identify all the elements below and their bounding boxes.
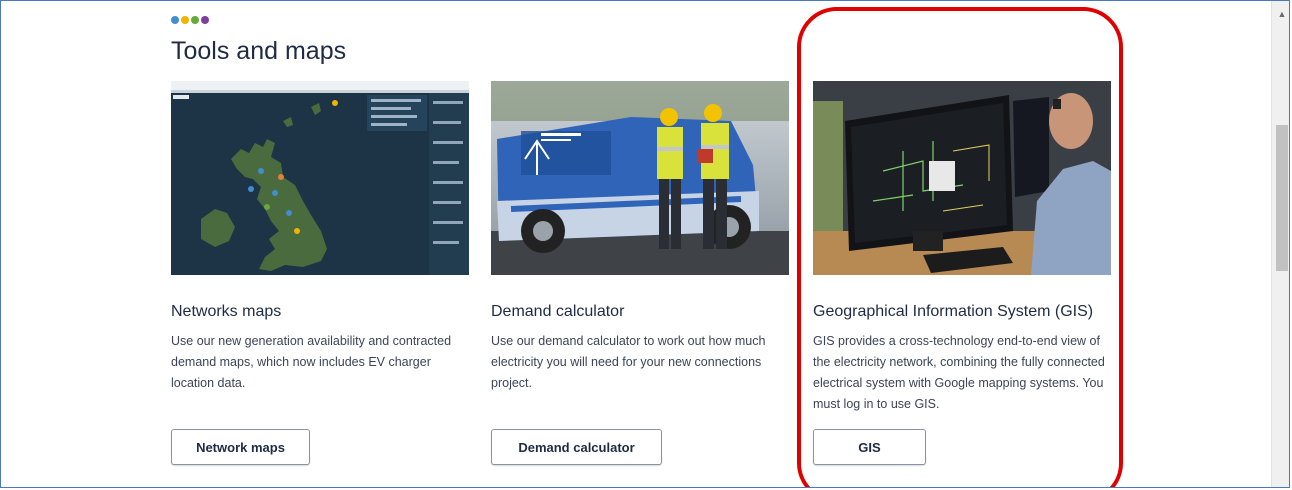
network-map-screenshot	[171, 81, 469, 275]
demand-calculator-button[interactable]: Demand calculator	[491, 429, 662, 465]
card-description: Use our new generation availability and …	[171, 334, 452, 390]
card-gis: Geographical Information System (GIS) GI…	[813, 81, 1111, 465]
card-title[interactable]: Demand calculator	[491, 303, 624, 321]
card-network-maps: Networks maps Use our new generation ava…	[171, 81, 469, 465]
scroll-up-arrow-icon[interactable]: ▲	[1272, 7, 1289, 21]
dot-purple	[201, 16, 209, 24]
dot-yellow	[181, 16, 189, 24]
card-description: Use our demand calculator to work out ho…	[491, 334, 766, 390]
network-maps-button[interactable]: Network maps	[171, 429, 310, 465]
demand-calculator-image[interactable]	[491, 81, 789, 275]
brand-dots	[171, 16, 209, 24]
card-title[interactable]: Geographical Information System (GIS)	[813, 303, 1093, 321]
card-demand-calculator: Demand calculator Use our demand calcula…	[491, 81, 789, 465]
gis-image[interactable]	[813, 81, 1111, 275]
gis-workstation-photo	[813, 81, 1111, 275]
card-title[interactable]: Networks maps	[171, 303, 281, 321]
scrollbar-thumb[interactable]	[1276, 125, 1288, 271]
section-title: Tools and maps	[171, 37, 347, 65]
gis-button[interactable]: GIS	[813, 429, 926, 465]
dot-blue	[171, 16, 179, 24]
dot-green	[191, 16, 199, 24]
engineers-by-van-photo	[491, 81, 789, 275]
card-description: GIS provides a cross-technology end-to-e…	[813, 334, 1105, 411]
vertical-scrollbar[interactable]: ▲	[1271, 1, 1289, 487]
browser-viewport: Tools and maps Networks maps Use our new…	[0, 0, 1290, 488]
network-map-image[interactable]	[171, 81, 469, 275]
